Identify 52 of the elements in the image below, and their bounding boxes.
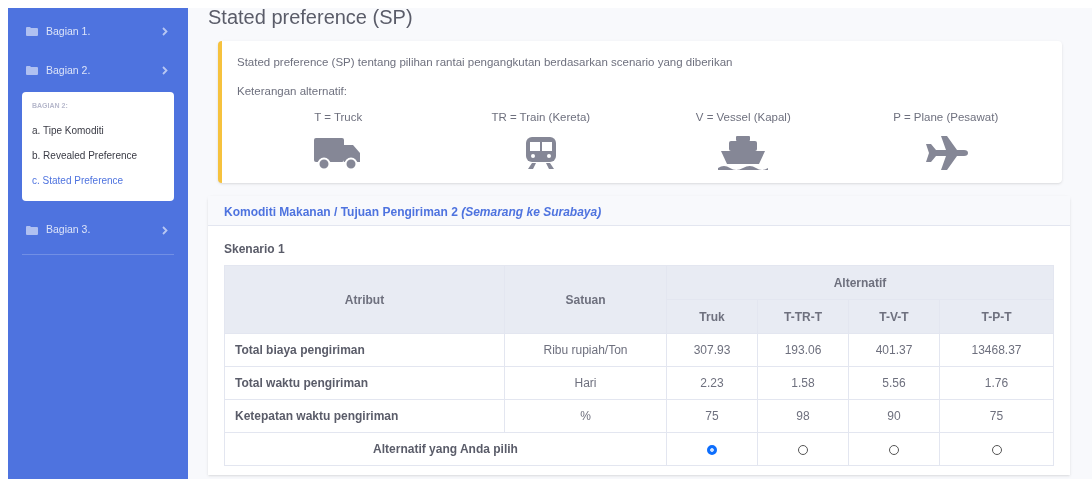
table-cell: 1.76 bbox=[939, 366, 1054, 400]
mode-label: P = Plane (Pesawat) bbox=[893, 109, 999, 125]
sidebar-item[interactable]: Bagian 3. bbox=[22, 210, 174, 250]
mode-label: V = Vessel (Kapal) bbox=[695, 109, 791, 125]
table-cell: Ribu rupiah/Ton bbox=[504, 333, 667, 367]
column-header: T-TR-T bbox=[757, 299, 849, 334]
column-header: Truk bbox=[666, 299, 758, 334]
folder-icon bbox=[26, 225, 38, 235]
sidebar-item[interactable]: Bagian 1. bbox=[22, 12, 174, 51]
mode-label: TR = Train (Kereta) bbox=[491, 109, 591, 125]
scenario-title: Skenario 1 bbox=[224, 241, 286, 258]
radio-button[interactable] bbox=[707, 444, 717, 455]
table-cell: 1.58 bbox=[757, 366, 849, 400]
chevron-right-icon bbox=[162, 27, 168, 36]
chevron-right-icon bbox=[162, 225, 168, 235]
sidebar-item[interactable]: Bagian 2. bbox=[22, 51, 174, 90]
folder-icon bbox=[26, 66, 38, 75]
page-title: Stated preference (SP) bbox=[208, 8, 414, 30]
train-icon bbox=[523, 135, 558, 170]
description: Stated preference (SP) tentang pilihan rantai pengangkutan berdasarkan scenario yang diberikan bbox=[237, 55, 734, 70]
table-cell: 75 bbox=[666, 399, 758, 433]
submenu-item[interactable]: c. Stated Preference bbox=[32, 167, 164, 193]
table-cell: Ketepatan waktu pengiriman bbox=[224, 399, 505, 433]
table-cell: % bbox=[504, 399, 667, 433]
table-cell: 2.23 bbox=[666, 366, 758, 400]
column-header: T-P-T bbox=[939, 299, 1054, 334]
column-header: Atribut bbox=[224, 265, 505, 334]
submenu-item[interactable]: b. Revealed Preference bbox=[32, 142, 164, 168]
table-cell: 75 bbox=[939, 399, 1054, 433]
legend-title: Keterangan alternatif: bbox=[237, 84, 348, 100]
mode-label: T = Truck bbox=[314, 109, 363, 125]
table-cell: 193.06 bbox=[757, 333, 849, 367]
table-cell: 5.56 bbox=[848, 366, 940, 400]
truck-icon bbox=[314, 135, 363, 170]
table-cell: 13468.37 bbox=[939, 333, 1054, 367]
column-header: Satuan bbox=[504, 265, 667, 334]
table-cell: 401.37 bbox=[848, 333, 940, 367]
card-header: Komoditi Makanan / Tujuan Pengiriman 2 (Semarang ke Surabaya) bbox=[208, 196, 1070, 226]
table-cell: 90 bbox=[848, 399, 940, 433]
folder-icon bbox=[26, 27, 38, 36]
table-cell: 307.93 bbox=[666, 333, 758, 367]
table-cell: Alternatif yang Anda pilih bbox=[224, 432, 667, 466]
table-cell: Total waktu pengiriman bbox=[224, 366, 505, 400]
airplane-icon bbox=[923, 135, 968, 170]
table-cell: Total biaya pengiriman bbox=[224, 333, 505, 367]
table-cell: 98 bbox=[757, 399, 849, 433]
ship-icon bbox=[718, 135, 769, 170]
chevron-right-icon bbox=[162, 66, 168, 75]
table-cell: Hari bbox=[504, 366, 667, 400]
submenu-item[interactable]: a. Tipe Komoditi bbox=[32, 117, 164, 143]
column-header: T-V-T bbox=[848, 299, 940, 334]
column-header: Alternatif bbox=[666, 265, 1054, 300]
